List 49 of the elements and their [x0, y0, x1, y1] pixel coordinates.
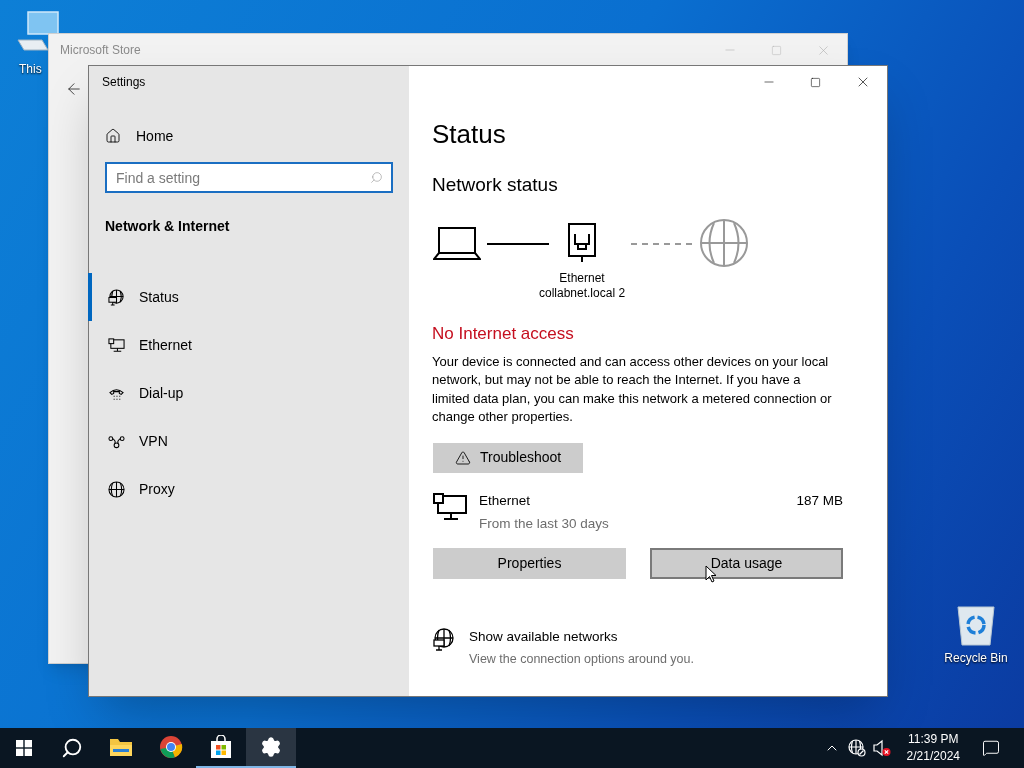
home-item[interactable]: Home [89, 121, 409, 151]
ethernet-icon [108, 336, 125, 354]
warning-icon [455, 449, 471, 466]
network-globe-icon[interactable] [847, 739, 866, 757]
window-title: Settings [102, 74, 146, 91]
laptop-icon [433, 225, 481, 261]
alert-title: No Internet access [432, 323, 575, 345]
nav-item[interactable]: Ethernet [88, 321, 409, 369]
notifications-icon[interactable] [982, 739, 1000, 757]
globe-icon [699, 218, 750, 268]
adapter-name: Ethernet [559, 271, 605, 286]
windows-logo-icon [16, 740, 32, 756]
page-title: Status [432, 118, 507, 151]
usage-name: Ethernet [479, 491, 532, 510]
nav-item[interactable]: Proxy [88, 465, 409, 513]
action-button[interactable]: Properties [433, 548, 626, 579]
globe-icon [108, 480, 125, 498]
ethernet-icon [433, 492, 467, 521]
browser-icon [159, 735, 183, 759]
section-title: Network status [432, 172, 559, 197]
link-subtitle: View the connection options around you. [469, 651, 694, 669]
home-icon [105, 128, 121, 144]
section-heading: Network & Internet [105, 217, 231, 236]
nav-item[interactable]: Dial-up [88, 369, 409, 417]
network-name: collabnet.local 2 [539, 286, 626, 301]
recycle-bin-icon [955, 603, 997, 647]
search-icon [61, 737, 83, 759]
connection-line [487, 242, 549, 246]
settings-icon [260, 736, 282, 758]
globe-monitor-icon [433, 628, 455, 652]
nav-item[interactable]: VPN [88, 417, 409, 465]
search-field[interactable]: Find a setting [105, 162, 393, 193]
muted-speaker-icon[interactable] [872, 739, 891, 757]
taskbar-app[interactable] [246, 728, 296, 768]
folder-icon [109, 737, 133, 757]
desktop-icon-label: This [19, 62, 42, 76]
desktop-icon-label: Recycle Bin [944, 651, 1008, 666]
usage-amount: 187 MB [796, 491, 843, 510]
troubleshoot-button[interactable]: Troubleshoot [433, 442, 584, 473]
ethernet-port-icon [568, 223, 597, 263]
window-title: Microsoft Store [60, 42, 142, 59]
description: Your device is connected and can access other devices on your local network, but may not be able to reach the Internet. If you have a limited data plan, you can make this network a metered connection or change other properties. [432, 352, 832, 426]
shopping-bag-icon [209, 735, 233, 759]
search-icon [370, 171, 383, 184]
clock[interactable]: 11:39 PM 2/21/2024 [900, 731, 966, 765]
maximize-icon[interactable] [810, 76, 821, 88]
show-networks-link[interactable]: Show available networks View the connection options around you. [433, 627, 843, 669]
globe-monitor-icon [108, 288, 125, 306]
usage-period: From the last 30 days [479, 514, 610, 533]
